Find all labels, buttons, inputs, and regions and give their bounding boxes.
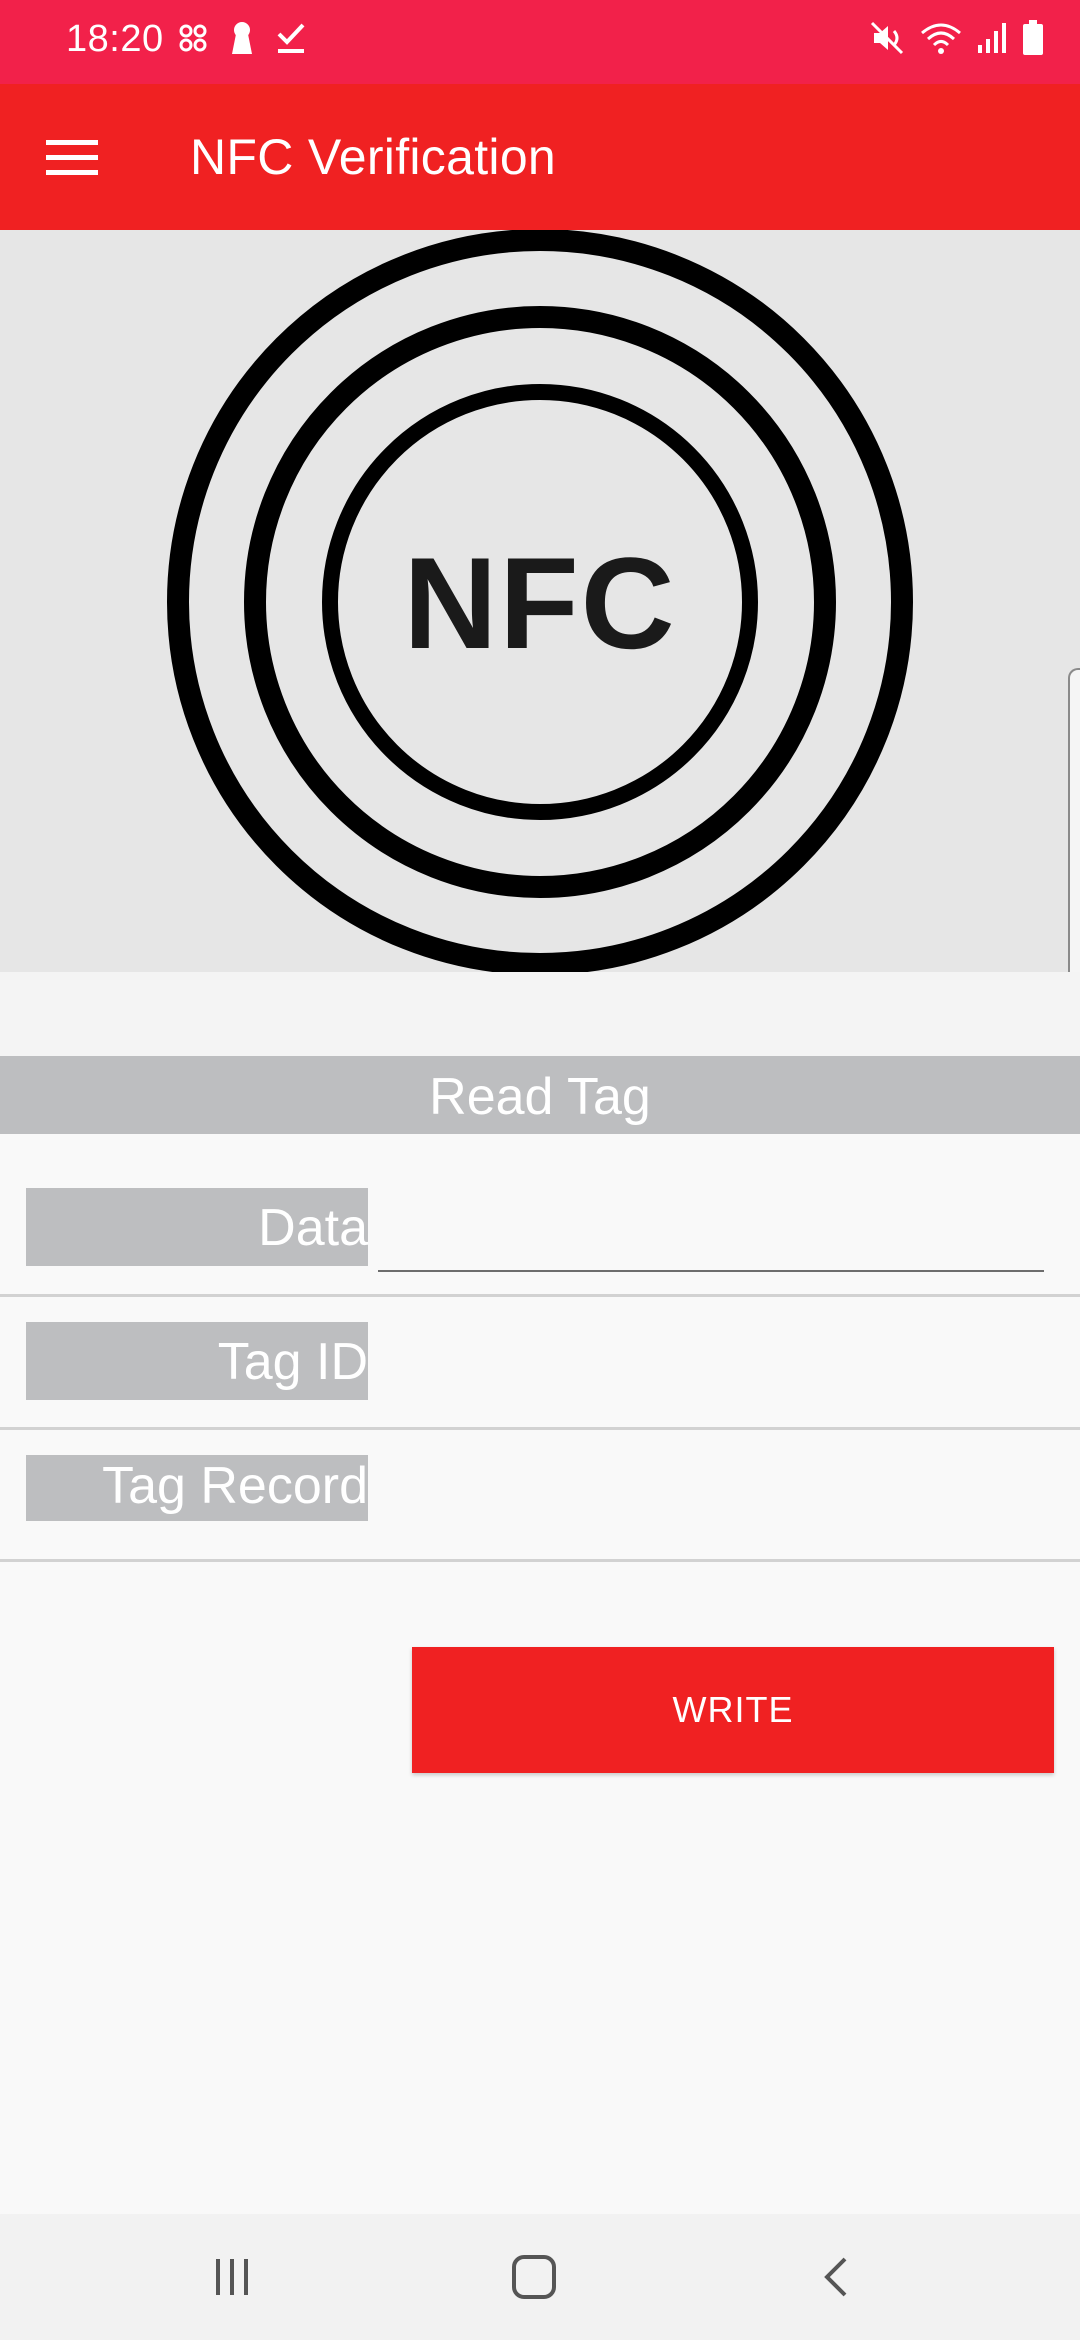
divider [0, 1427, 1080, 1430]
keyhole-icon [230, 20, 254, 56]
nfc-logo-image: NFC [0, 230, 1080, 972]
battery-icon [1022, 20, 1044, 56]
write-button[interactable]: WRITE [412, 1647, 1054, 1773]
back-button[interactable] [736, 2214, 936, 2340]
divider [0, 1559, 1080, 1562]
read-tag-header: Read Tag [0, 1056, 1080, 1134]
spacer [0, 972, 1080, 1056]
mute-icon [870, 21, 906, 55]
status-bar: 18:20 [0, 0, 1080, 84]
nfc-logo-text: NFC [403, 530, 677, 676]
data-label: Data [26, 1188, 368, 1266]
wifi-icon [920, 21, 962, 55]
signal-icon [976, 21, 1008, 55]
menu-button[interactable] [28, 114, 116, 202]
tag-record-label: Tag Record [26, 1455, 368, 1521]
checkmark-icon [276, 22, 306, 54]
status-left-icons [178, 20, 306, 56]
recents-icon [216, 2259, 248, 2295]
back-icon [824, 2257, 847, 2297]
side-panel-handle[interactable] [1068, 668, 1080, 972]
home-button[interactable] [434, 2214, 634, 2340]
data-input[interactable] [378, 1186, 1044, 1272]
hamburger-menu-icon [46, 140, 98, 175]
recents-button[interactable] [132, 2214, 332, 2340]
status-time: 18:20 [66, 18, 164, 60]
home-icon [512, 2255, 556, 2299]
divider [0, 1294, 1080, 1297]
navigation-bar [0, 2214, 1080, 2340]
app-icon [178, 23, 208, 53]
app-bar: NFC Verification [0, 84, 1080, 230]
page-title: NFC Verification [190, 129, 557, 185]
status-right-icons [870, 20, 1044, 56]
tag-id-label: Tag ID [26, 1322, 368, 1400]
